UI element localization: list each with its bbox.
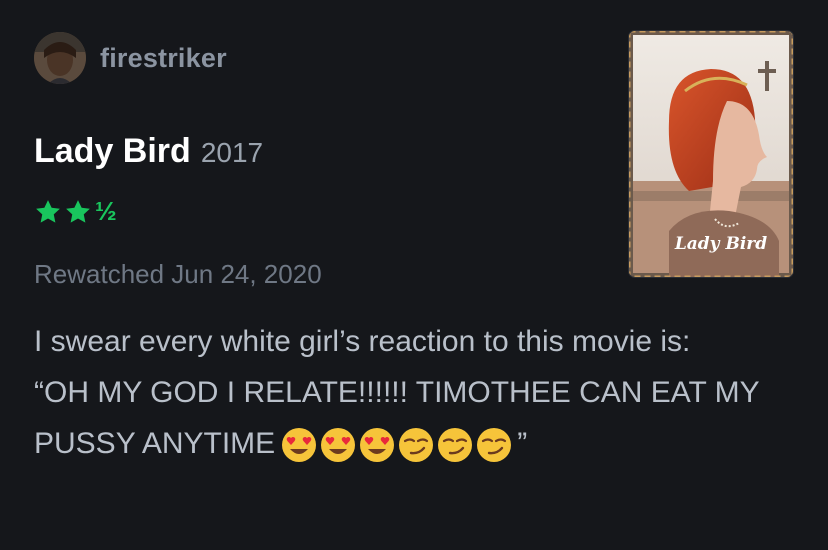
review-line: I swear every white girl’s reaction to t… bbox=[34, 325, 691, 358]
film-heading: Lady Bird 2017 bbox=[34, 132, 263, 171]
heart-eyes-emoji-icon bbox=[360, 428, 395, 463]
heart-eyes-emoji-icon bbox=[321, 428, 356, 463]
review-text: I swear every white girl’s reaction to t… bbox=[34, 316, 794, 469]
smirk-emoji-icon bbox=[399, 428, 434, 463]
film-year[interactable]: 2017 bbox=[201, 137, 263, 169]
user-avatar[interactable] bbox=[34, 32, 86, 84]
star-icon bbox=[66, 199, 90, 223]
username[interactable]: firestriker bbox=[100, 43, 227, 74]
smirk-emoji-icon bbox=[477, 428, 512, 463]
half-star-icon: ½ bbox=[95, 196, 117, 226]
star-icon bbox=[36, 199, 60, 223]
heart-eyes-emoji-icon bbox=[282, 428, 317, 463]
review-card: firestriker Lady Bird 2017 ½ Rewatched J… bbox=[0, 0, 828, 550]
watch-date: Rewatched Jun 24, 2020 bbox=[34, 259, 322, 289]
emoji-group bbox=[281, 427, 515, 463]
closing-quote: ” bbox=[517, 427, 528, 460]
film-title[interactable]: Lady Bird bbox=[34, 132, 191, 171]
film-poster[interactable]: Lady Bird bbox=[629, 31, 793, 277]
review-line: “OH MY GOD I RELATE!!!!!! TIMOTHEE CAN E… bbox=[34, 367, 794, 469]
user-header[interactable]: firestriker bbox=[34, 32, 227, 84]
smirk-emoji-icon bbox=[438, 428, 473, 463]
star-rating: ½ bbox=[33, 196, 117, 227]
poster-title: Lady Bird bbox=[674, 234, 767, 254]
